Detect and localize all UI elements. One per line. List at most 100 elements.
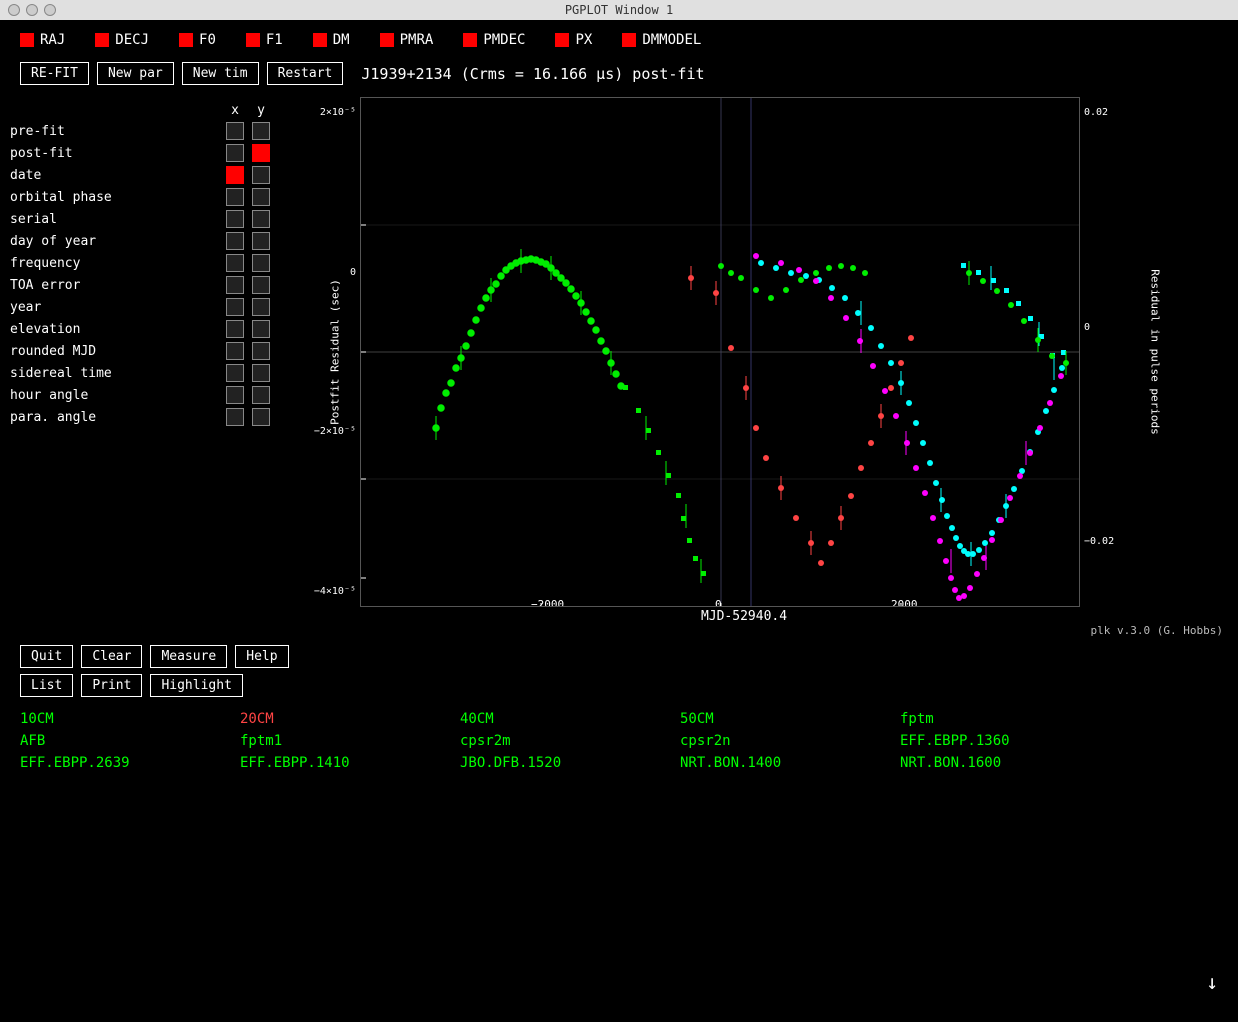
param-item-decj[interactable]: DECJ xyxy=(95,32,149,48)
checkbox-x-9[interactable] xyxy=(226,320,244,338)
plot-area: Postfit Residual (sec) 2×10⁻⁵ 0 −2×10⁻⁵ … xyxy=(280,93,1228,637)
checkbox-pair-12 xyxy=(226,386,270,404)
legend-item-cpsr2n: cpsr2n xyxy=(680,733,860,749)
row-item-6: frequency xyxy=(10,254,280,272)
checkbox-y-2[interactable] xyxy=(252,166,270,184)
checkbox-y-7[interactable] xyxy=(252,276,270,294)
checkbox-pair-13 xyxy=(226,408,270,426)
row-item-7: TOA error xyxy=(10,276,280,294)
row-label-6: frequency xyxy=(10,256,226,271)
legend-item-20cm: 20CM xyxy=(240,711,420,727)
checkbox-x-4[interactable] xyxy=(226,210,244,228)
param-item-f0[interactable]: F0 xyxy=(179,32,216,48)
param-item-px[interactable]: PX xyxy=(555,32,592,48)
checkbox-x-10[interactable] xyxy=(226,342,244,360)
highlight-button[interactable]: Highlight xyxy=(150,674,242,697)
checkbox-y-12[interactable] xyxy=(252,386,270,404)
newtim-button[interactable]: New tim xyxy=(182,62,259,85)
row-label-1: post-fit xyxy=(10,146,226,161)
param-dot-pmdec xyxy=(463,33,477,47)
close-btn[interactable] xyxy=(8,4,20,16)
param-label-dm: DM xyxy=(333,32,350,48)
param-item-raj[interactable]: RAJ xyxy=(20,32,65,48)
legend-item-jbo-dfb.1520: JBO.DFB.1520 xyxy=(460,755,640,771)
param-item-f1[interactable]: F1 xyxy=(246,32,283,48)
checkbox-x-8[interactable] xyxy=(226,298,244,316)
param-item-dm[interactable]: DM xyxy=(313,32,350,48)
param-item-pmdec[interactable]: PMDEC xyxy=(463,32,525,48)
checkbox-y-4[interactable] xyxy=(252,210,270,228)
list-button[interactable]: List xyxy=(20,674,73,697)
checkbox-x-12[interactable] xyxy=(226,386,244,404)
row-item-0: pre-fit xyxy=(10,122,280,140)
minimize-btn[interactable] xyxy=(26,4,38,16)
checkbox-y-5[interactable] xyxy=(252,232,270,250)
legend-item-nrt-bon.1600: NRT.BON.1600 xyxy=(900,755,1080,771)
quit-button[interactable]: Quit xyxy=(20,645,73,668)
checkbox-x-0[interactable] xyxy=(226,122,244,140)
param-dot-f0 xyxy=(179,33,193,47)
row-label-11: sidereal time xyxy=(10,366,226,381)
x-axis-label: MJD-52940.4 xyxy=(360,609,1128,624)
checkbox-y-11[interactable] xyxy=(252,364,270,382)
checkbox-pair-10 xyxy=(226,342,270,360)
checkbox-y-9[interactable] xyxy=(252,320,270,338)
param-dot-raj xyxy=(20,33,34,47)
row-label-13: para. angle xyxy=(10,410,226,425)
ytick-4: −4×10⁻⁵ xyxy=(314,586,356,597)
plot-title: J1939+2134 (Crms = 16.166 µs) post-fit xyxy=(361,65,704,83)
checkbox-x-11[interactable] xyxy=(226,364,244,382)
param-item-pmra[interactable]: PMRA xyxy=(380,32,434,48)
param-item-dmmodel[interactable]: DMMODEL xyxy=(622,32,701,48)
checkbox-pair-1 xyxy=(226,144,270,162)
checkbox-x-3[interactable] xyxy=(226,188,244,206)
checkbox-x-6[interactable] xyxy=(226,254,244,272)
checkbox-y-13[interactable] xyxy=(252,408,270,426)
row-item-5: day of year xyxy=(10,232,280,250)
checkbox-y-3[interactable] xyxy=(252,188,270,206)
svg-text:2000: 2000 xyxy=(891,598,918,607)
print-button[interactable]: Print xyxy=(81,674,142,697)
param-label-pmdec: PMDEC xyxy=(483,32,525,48)
checkbox-x-5[interactable] xyxy=(226,232,244,250)
checkbox-x-13[interactable] xyxy=(226,408,244,426)
newpar-button[interactable]: New par xyxy=(97,62,174,85)
checkbox-pair-2 xyxy=(226,166,270,184)
help-button[interactable]: Help xyxy=(235,645,288,668)
row-label-4: serial xyxy=(10,212,226,227)
ytick-1: 2×10⁻⁵ xyxy=(320,107,356,118)
maximize-btn[interactable] xyxy=(44,4,56,16)
clear-button[interactable]: Clear xyxy=(81,645,142,668)
row-item-10: rounded MJD xyxy=(10,342,280,360)
row-item-11: sidereal time xyxy=(10,364,280,382)
ytick-2: 0 xyxy=(350,267,356,278)
restart-button[interactable]: Restart xyxy=(267,62,344,85)
measure-button[interactable]: Measure xyxy=(150,645,227,668)
y-axis-left-label: Postfit Residual (sec) xyxy=(329,277,342,427)
checkbox-x-2[interactable] xyxy=(226,166,244,184)
y-axis-right-label: Residual in pulse periods xyxy=(1149,262,1162,442)
checkbox-y-1[interactable] xyxy=(252,144,270,162)
legend-item-50cm: 50CM xyxy=(680,711,860,727)
ytick-right-3: −0.02 xyxy=(1084,536,1114,547)
checkbox-x-1[interactable] xyxy=(226,144,244,162)
param-dot-dm xyxy=(313,33,327,47)
legend-item-nrt-bon.1400: NRT.BON.1400 xyxy=(680,755,860,771)
param-label-px: PX xyxy=(575,32,592,48)
refit-button[interactable]: RE-FIT xyxy=(20,62,89,85)
checkbox-y-0[interactable] xyxy=(252,122,270,140)
checkbox-x-7[interactable] xyxy=(226,276,244,294)
checkbox-y-6[interactable] xyxy=(252,254,270,272)
row-label-12: hour angle xyxy=(10,388,226,403)
checkbox-y-10[interactable] xyxy=(252,342,270,360)
checkbox-y-8[interactable] xyxy=(252,298,270,316)
param-dot-px xyxy=(555,33,569,47)
legend-row: 10CM20CM40CM50CMfptm xyxy=(20,711,1218,727)
param-label-raj: RAJ xyxy=(40,32,65,48)
row-item-12: hour angle xyxy=(10,386,280,404)
x-header: x xyxy=(226,103,244,118)
legend-item-cpsr2m: cpsr2m xyxy=(460,733,640,749)
row-label-5: day of year xyxy=(10,234,226,249)
checkbox-pair-7 xyxy=(226,276,270,294)
param-label-f0: F0 xyxy=(199,32,216,48)
